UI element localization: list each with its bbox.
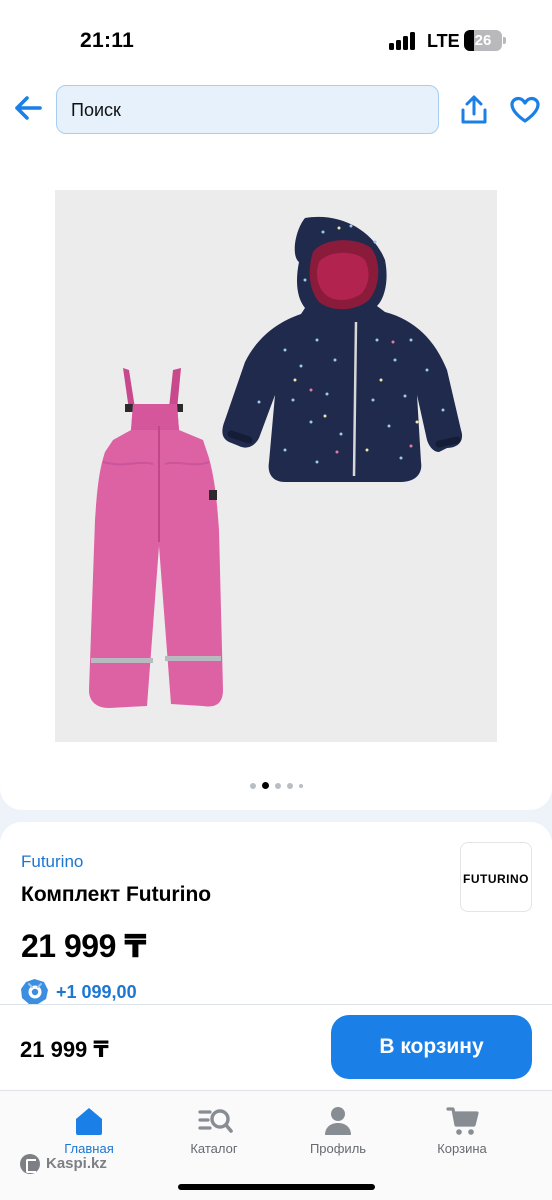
tab-catalog-label: Каталог: [190, 1141, 238, 1156]
product-photo: [89, 216, 463, 708]
gallery-pagination[interactable]: [0, 782, 552, 790]
battery-tip: [503, 37, 506, 44]
brand-link[interactable]: Futurino: [21, 852, 83, 872]
share-button[interactable]: [460, 94, 488, 126]
status-time: 21:11: [80, 29, 135, 52]
kaspi-logo-icon: [20, 1154, 40, 1174]
heart-icon: [510, 96, 540, 123]
pagination-dot[interactable]: [286, 782, 293, 789]
catalog-icon: [198, 1109, 233, 1133]
pagination-dot-active[interactable]: [261, 782, 269, 789]
kaspi-logo-text: Kaspi.kz: [46, 1155, 107, 1172]
brand-logo-text: FUTURINO: [463, 872, 529, 886]
tab-catalog[interactable]: Каталог: [159, 1091, 269, 1166]
product-title: Комплект Futurino: [21, 883, 212, 906]
brand-logo[interactable]: FUTURINO: [460, 842, 532, 912]
tab-cart-label: Корзина: [437, 1141, 487, 1156]
bottom-tab-bar: Главная Каталог Профиль Корзина Kaspi.kz: [0, 1090, 552, 1200]
arrow-left-icon: [15, 96, 42, 120]
favorite-button[interactable]: [510, 96, 540, 124]
status-bar: 21:11 LTE 26: [0, 0, 552, 70]
purchase-bar: 21 999 ₸ В корзину: [0, 1004, 552, 1090]
add-to-cart-button[interactable]: В корзину: [331, 1015, 532, 1079]
profile-icon: [325, 1107, 351, 1135]
overalls-illustration: [89, 368, 223, 708]
product-price: 21 999 ₸: [21, 928, 147, 964]
search-input[interactable]: Поиск: [56, 85, 439, 134]
tab-profile-label: Профиль: [309, 1141, 367, 1156]
home-indicator[interactable]: [178, 1184, 375, 1190]
purchase-price: 21 999 ₸: [20, 1037, 109, 1062]
product-image[interactable]: [55, 190, 497, 742]
tab-home-label: Главная: [64, 1141, 114, 1156]
jacket-illustration: [222, 216, 463, 482]
share-icon: [461, 95, 487, 124]
signal-icon: [389, 32, 416, 50]
search-placeholder: Поиск: [71, 100, 121, 120]
pagination-dot[interactable]: [298, 783, 303, 788]
top-navigation: Поиск: [0, 70, 552, 150]
back-button[interactable]: [12, 92, 44, 124]
battery-icon: 26: [464, 30, 502, 51]
home-icon: [76, 1108, 102, 1135]
cart-icon: [446, 1107, 479, 1135]
bonus-icon: [21, 979, 48, 1004]
pagination-dot[interactable]: [249, 782, 256, 789]
product-gallery: [0, 150, 552, 810]
tab-cart[interactable]: Корзина: [407, 1091, 517, 1166]
network-type: LTE: [427, 31, 460, 51]
battery-level: 26: [474, 32, 492, 49]
product-info: Futurino Комплект Futurino FUTURINO 21 9…: [0, 822, 552, 1022]
tab-profile[interactable]: Профиль: [283, 1091, 393, 1166]
pagination-dot[interactable]: [274, 782, 281, 789]
bonus-amount: +1 099,00: [56, 982, 137, 1002]
